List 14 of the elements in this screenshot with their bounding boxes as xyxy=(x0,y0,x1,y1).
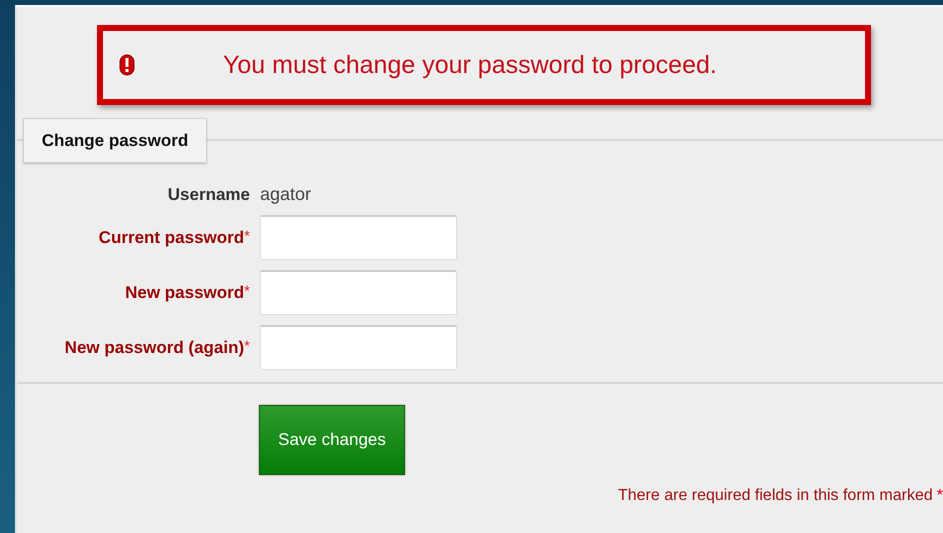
username-value: agator xyxy=(260,184,312,205)
field-label: New password (again)* xyxy=(64,338,250,358)
alert-icon xyxy=(119,54,135,76)
field-label: Current password* xyxy=(98,228,250,248)
required-marker: * xyxy=(936,487,943,505)
password-field[interactable] xyxy=(260,325,457,370)
field-label: New password* xyxy=(125,282,250,302)
password-field[interactable] xyxy=(260,215,457,260)
password-field[interactable] xyxy=(260,270,457,315)
save-button[interactable]: Save changes xyxy=(259,405,405,475)
section-legend: Change password xyxy=(23,118,207,163)
required-note: There are required fields in this form marked xyxy=(618,487,933,505)
alert-message: You must change your password to proceed. xyxy=(223,50,717,80)
username-label: Username xyxy=(168,184,250,204)
